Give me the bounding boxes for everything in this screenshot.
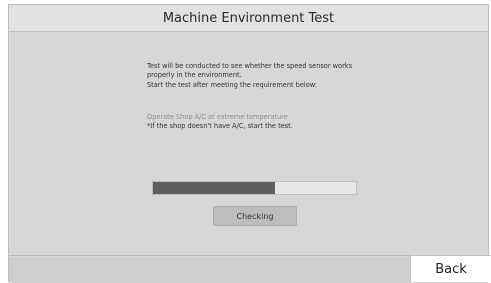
requirement-text: Operate Shop A/C at extreme temperature: [147, 113, 288, 121]
progress-bar-fill: [153, 182, 275, 194]
screen: Machine Environment Test Test will be co…: [0, 0, 491, 283]
test-panel: Machine Environment Test Test will be co…: [8, 4, 489, 283]
description-line-3: Start the test after meeting the require…: [147, 80, 318, 89]
requirement-note: *If the shop doesn't have A/C, start the…: [147, 122, 293, 130]
description-line-2: properly in the environment.: [147, 71, 242, 80]
back-button[interactable]: Back: [410, 255, 491, 282]
content-area: Test will be conducted to see whether th…: [9, 33, 488, 256]
title-bar: Machine Environment Test: [9, 5, 488, 32]
progress-bar: [152, 181, 357, 195]
test-description: Test will be conducted to see whether th…: [147, 62, 387, 90]
requirement-block: Operate Shop A/C at extreme temperature …: [147, 113, 407, 131]
description-line-1: Test will be conducted to see whether th…: [147, 62, 353, 70]
checking-button[interactable]: Checking: [213, 206, 297, 226]
page-title: Machine Environment Test: [162, 10, 335, 26]
